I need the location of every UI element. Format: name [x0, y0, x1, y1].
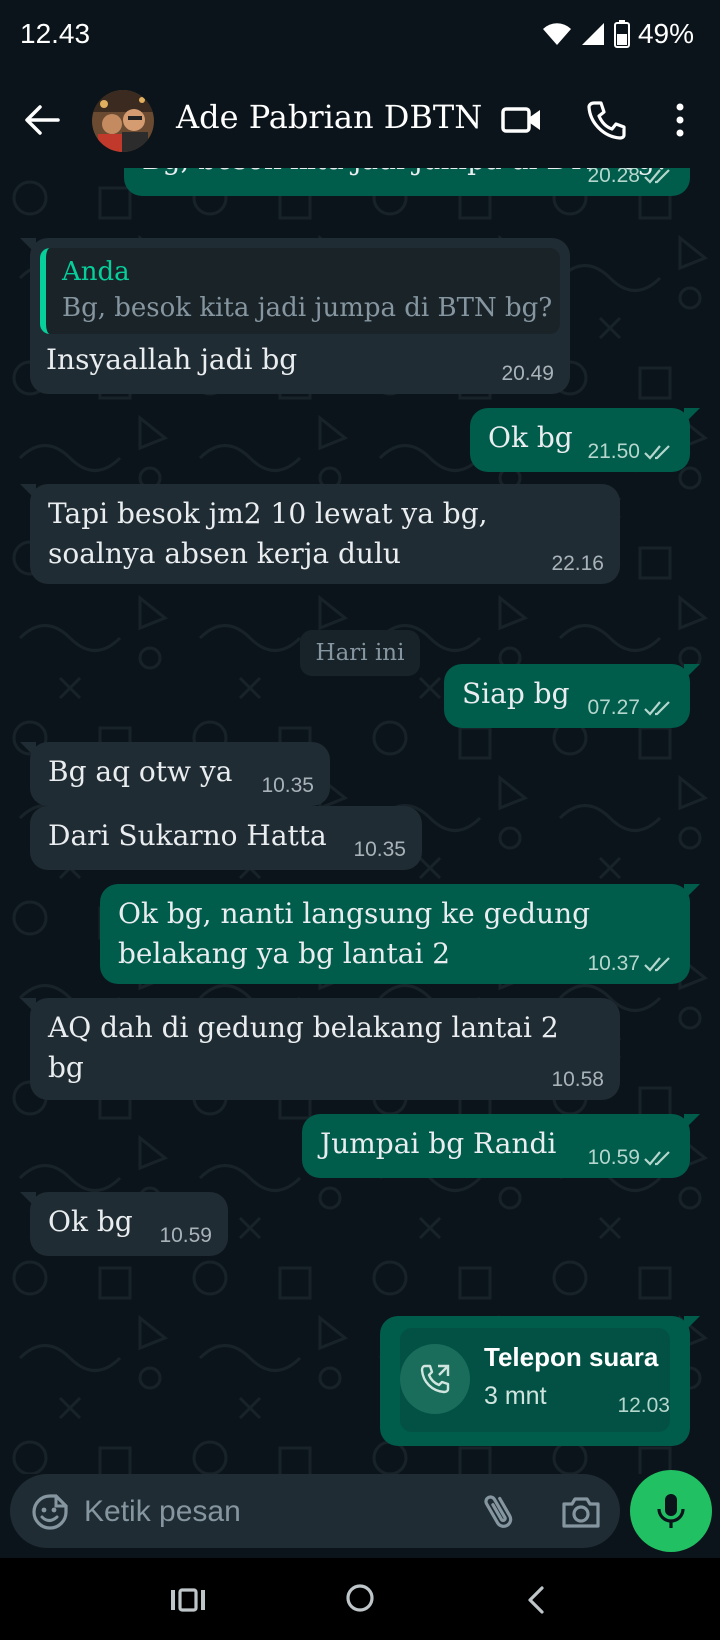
voice-call-card: Telepon suara 3 mnt 12.03: [400, 1328, 670, 1432]
outgoing-call-icon: [400, 1344, 470, 1414]
message-time: 10.35: [261, 774, 314, 797]
nav-back-icon[interactable]: [516, 1580, 556, 1620]
message-text: Dari Sukarno Hatta: [48, 819, 327, 852]
message-bubble-incoming[interactable]: AQ dah di gedung belakang lantai 2 bg 10…: [20, 998, 620, 1100]
bubble-tail: [20, 238, 36, 254]
avatar[interactable]: [92, 90, 154, 152]
bubble-tail: [20, 742, 36, 758]
message-time: 10.58: [551, 1068, 604, 1091]
camera-icon[interactable]: [560, 1492, 602, 1532]
mic-button[interactable]: [630, 1470, 712, 1552]
message-bubble-outgoing[interactable]: Siap bg 07.27: [444, 664, 700, 728]
message-meta: 10.35: [261, 774, 314, 798]
message-bubble-outgoing[interactable]: Ok bg 21.50: [470, 408, 700, 472]
message-meta: 10.35: [353, 838, 406, 862]
message-text-line: bg: [48, 1051, 84, 1084]
message-time: 20.49: [501, 362, 554, 385]
wifi-icon: [542, 23, 571, 45]
message-input[interactable]: [84, 1492, 464, 1532]
bubble-tail: [684, 1316, 700, 1332]
battery-icon: [613, 20, 630, 48]
call-time: 12.03: [617, 1394, 670, 1417]
attach-icon[interactable]: [480, 1490, 520, 1532]
message-bubble-outgoing[interactable]: Jumpai bg Randi 10.59: [302, 1114, 700, 1178]
quote-text: Bg, besok kita jadi jumpa di BTN bg?: [62, 293, 553, 323]
message-bubble-incoming[interactable]: Bg aq otw ya 10.35: [20, 742, 330, 806]
message-meta: 10.37: [587, 952, 674, 976]
double-check-icon: [644, 169, 670, 184]
message-meta: 21.50: [587, 440, 674, 464]
message-bubble-outgoing[interactable]: Ok bg, nanti langsung ke gedung belakang…: [100, 884, 700, 984]
message-text-line: Tapi besok jm2 10 lewat ya bg,: [48, 497, 488, 530]
message-time: 10.59: [587, 1146, 640, 1169]
bubble-tail: [20, 998, 36, 1014]
message-meta: 20.49: [501, 362, 554, 386]
message-time: 22.16: [551, 552, 604, 575]
message-text: Bg aq otw ya: [48, 755, 233, 788]
message-meta: 07.27: [587, 696, 674, 720]
chat-area[interactable]: Bg, besok kita jadi jumpa di BTN bg? 20.…: [0, 168, 720, 1474]
bubble-tail: [684, 1114, 700, 1130]
message-bubble-incoming[interactable]: Tapi besok jm2 10 lewat ya bg, soalnya a…: [20, 484, 620, 584]
message-meta: 10.59: [159, 1224, 212, 1248]
composer: [0, 1470, 720, 1558]
signal-icon: [581, 23, 604, 45]
reply-quote[interactable]: Anda Bg, besok kita jadi jumpa di BTN bg…: [40, 248, 560, 334]
contact-name[interactable]: Ade Pabrian DBTN: [176, 98, 482, 136]
quote-author: Anda: [62, 257, 130, 287]
message-meta: 10.58: [551, 1068, 604, 1092]
battery-level: 49%: [637, 18, 694, 49]
message-meta: 10.59: [587, 1146, 674, 1170]
message-time: 10.35: [353, 838, 406, 861]
message-bubble-incoming[interactable]: Dari Sukarno Hatta 10.35: [30, 806, 422, 870]
message-meta: 20.28: [587, 168, 674, 188]
message-text: Jumpai bg Randi: [320, 1127, 557, 1160]
message-time: 10.37: [587, 952, 640, 975]
status-icons: 49%: [542, 18, 694, 50]
more-vertical-icon[interactable]: [660, 98, 700, 142]
status-bar: 12.43 49%: [0, 0, 720, 72]
message-meta: 22.16: [551, 552, 604, 576]
bubble-tail: [20, 484, 36, 500]
message-text-line: Ok bg, nanti langsung ke gedung: [118, 897, 591, 930]
message-time: 20.28: [587, 168, 640, 187]
recents-icon[interactable]: [168, 1580, 208, 1620]
chat-header: Ade Pabrian DBTN: [0, 72, 720, 168]
double-check-icon: [644, 445, 670, 460]
mic-icon: [657, 1494, 685, 1528]
message-bubble-outgoing[interactable]: Bg, besok kita jadi jumpa di BTN bg? 20.…: [124, 168, 690, 196]
home-icon[interactable]: [340, 1578, 380, 1618]
day-separator: Hari ini: [300, 630, 420, 676]
message-text: Ok bg: [48, 1205, 133, 1238]
message-text-line: AQ dah di gedung belakang lantai 2: [48, 1011, 559, 1044]
double-check-icon: [644, 701, 670, 716]
message-bubble-incoming[interactable]: Ok bg 10.59: [20, 1192, 228, 1256]
double-check-icon: [644, 957, 670, 972]
message-bubble-incoming[interactable]: Anda Bg, besok kita jadi jumpa di BTN bg…: [20, 238, 570, 394]
message-text: Siap bg: [462, 677, 570, 710]
message-time: 21.50: [587, 440, 640, 463]
message-time: 10.59: [159, 1224, 212, 1247]
voice-call-message[interactable]: Telepon suara 3 mnt 12.03: [380, 1316, 700, 1446]
message-time: 07.27: [587, 696, 640, 719]
message-text-line: soalnya absen kerja dulu: [48, 537, 401, 570]
bubble-tail: [684, 884, 700, 900]
status-time: 12.43: [20, 18, 91, 49]
double-check-icon: [644, 1151, 670, 1166]
video-call-icon[interactable]: [500, 100, 544, 140]
system-nav-bar: [0, 1558, 720, 1640]
bubble-tail: [20, 1192, 36, 1208]
call-title: Telepon suara: [484, 1342, 659, 1372]
phone-icon[interactable]: [584, 98, 628, 142]
bubble-tail: [684, 408, 700, 424]
bubble-tail: [684, 664, 700, 680]
call-duration: 3 mnt: [484, 1382, 547, 1410]
message-text: Insyaallah jadi bg: [46, 343, 298, 376]
message-text: Ok bg: [488, 421, 573, 454]
back-arrow-icon[interactable]: [20, 98, 64, 142]
message-input-container[interactable]: [10, 1474, 620, 1548]
emoji-icon[interactable]: [30, 1492, 70, 1532]
